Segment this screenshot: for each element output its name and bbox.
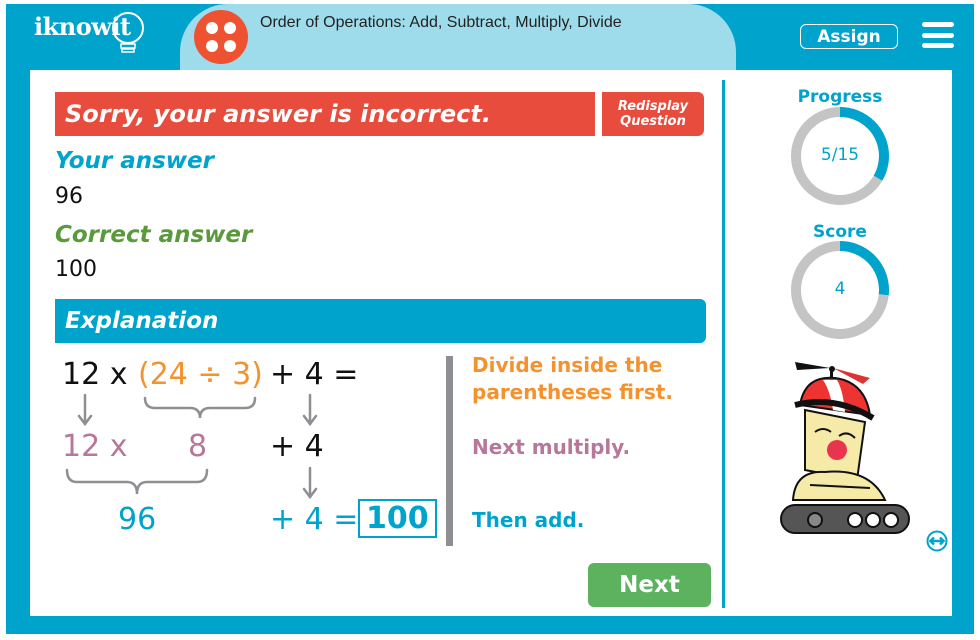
score-label: Score <box>813 222 867 242</box>
eq-row2-c: + 4 <box>270 429 324 464</box>
step-3-text: Then add. <box>472 508 585 532</box>
correct-answer-label: Correct answer <box>55 222 253 248</box>
eq-row3-b: + 4 = <box>270 502 359 537</box>
correct-answer-value: 100 <box>55 257 97 282</box>
eq-row2-b: 8 <box>188 429 208 464</box>
expand-horizontal-icon[interactable] <box>926 530 948 552</box>
eq-result-box: 100 <box>358 499 437 538</box>
progress-value: 5/15 <box>820 145 860 165</box>
step-2-text: Next multiply. <box>472 435 631 459</box>
redisplay-label-1: Redisplay <box>617 99 689 114</box>
progress-label: Progress <box>797 87 883 107</box>
your-answer-label: Your answer <box>55 148 214 174</box>
sidebar-divider <box>722 80 725 608</box>
assign-button[interactable]: Assign <box>800 24 898 49</box>
explanation-header: Explanation <box>55 299 706 343</box>
lightbulb-icon <box>112 12 144 53</box>
four-dots-icon <box>194 10 248 64</box>
eq-row1-b: + 4 = <box>270 357 359 392</box>
eq-row3-a: 96 <box>118 502 157 537</box>
step-1-text: Divide inside the parentheses first. <box>472 353 673 404</box>
lesson-title: Order of Operations: Add, Subtract, Mult… <box>260 14 622 31</box>
step-divider <box>446 356 453 546</box>
next-button[interactable]: Next <box>588 563 711 607</box>
robot-mascot-icon <box>780 362 910 534</box>
score-value: 4 <box>834 279 846 299</box>
eq-row1-paren: (24 ÷ 3) <box>138 357 263 392</box>
redisplay-question-button[interactable]: Redisplay Question <box>602 92 704 136</box>
eq-row1-a: 12 x <box>62 357 128 392</box>
your-answer-value: 96 <box>55 184 83 209</box>
hamburger-menu-icon[interactable] <box>922 22 954 48</box>
eq-row2-a: 12 x <box>62 429 128 464</box>
redisplay-label-2: Question <box>620 114 686 129</box>
incorrect-banner: Sorry, your answer is incorrect. <box>55 92 595 136</box>
